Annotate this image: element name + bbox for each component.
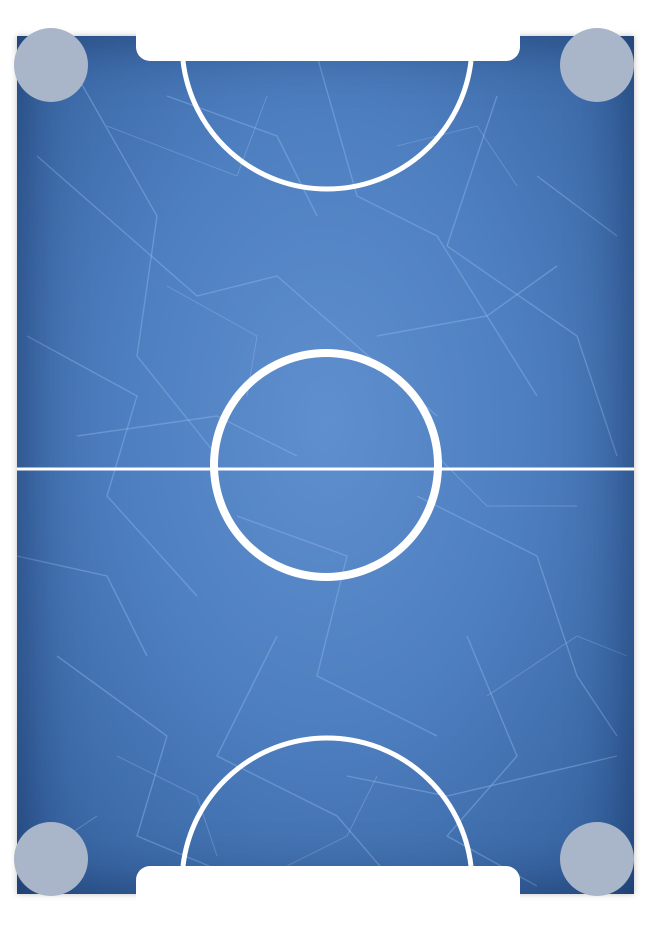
rink-markings [17,60,634,867]
game-canvas[interactable] [0,0,659,928]
top-goal-crease [180,60,474,192]
bottom-goal-crease [180,735,474,867]
center-circle [210,349,442,581]
